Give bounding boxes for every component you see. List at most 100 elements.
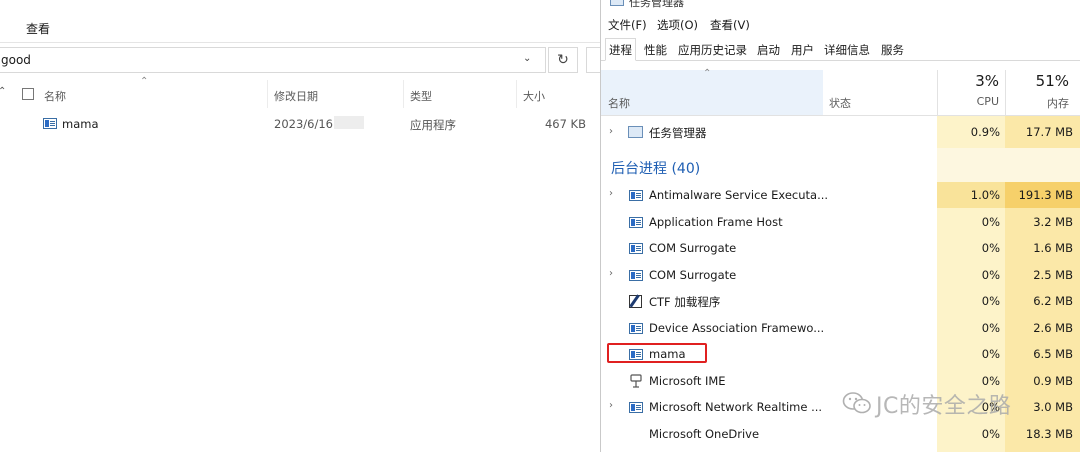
file-type: 应用程序	[410, 118, 456, 132]
sort-ascending-icon: ⌃	[140, 76, 149, 87]
process-cpu: 0%	[981, 374, 1000, 388]
column-header-status[interactable]: 状态	[829, 95, 851, 111]
refresh-button[interactable]: ↻	[548, 47, 578, 73]
group-row-shading	[937, 148, 1080, 182]
process-memory: 3.2 MB	[1033, 215, 1073, 229]
process-row[interactable]: Application Frame Host 0% 3.2 MB	[601, 209, 1080, 235]
column-header-memory[interactable]: 内存	[1005, 95, 1069, 111]
app-window-icon	[629, 217, 643, 228]
app-window-icon	[629, 323, 643, 334]
tab-users[interactable]: 用户	[787, 38, 818, 60]
process-name: Microsoft OneDrive	[649, 427, 760, 441]
memory-total-percent: 51%	[1035, 72, 1069, 90]
sort-ascending-icon: ⌃	[703, 68, 712, 79]
column-divider[interactable]	[403, 80, 404, 108]
address-text: good	[1, 53, 31, 67]
task-manager-window: 任务管理器 文件(F) 选项(O) 查看(V) 进程 性能 应用历史记录 启动 …	[600, 0, 1080, 452]
process-name: COM Surrogate	[649, 241, 737, 255]
chevron-right-icon[interactable]: ›	[609, 400, 613, 411]
process-memory: 17.7 MB	[1025, 125, 1073, 139]
process-name: Device Association Framewo...	[649, 321, 825, 335]
process-cpu: 1.0%	[970, 188, 1000, 202]
menu-view[interactable]: 查看	[26, 20, 50, 37]
process-row-task-manager[interactable]: › 任务管理器 0.9% 17.7 MB	[601, 119, 1080, 145]
task-manager-icon	[628, 126, 643, 138]
process-memory: 2.6 MB	[1033, 321, 1073, 335]
process-name: Antimalware Service Executa...	[649, 188, 829, 202]
process-cpu: 0%	[981, 347, 1000, 361]
process-cpu: 0%	[981, 427, 1000, 441]
process-name: 任务管理器	[649, 126, 707, 140]
select-all-checkbox[interactable]	[22, 88, 34, 100]
app-window-icon	[629, 402, 643, 413]
wechat-icon	[842, 392, 871, 414]
process-row[interactable]: Device Association Framewo... 0% 2.6 MB	[601, 315, 1080, 341]
process-name: Microsoft IME	[649, 374, 726, 388]
tab-startup[interactable]: 启动	[753, 38, 784, 60]
menu-options[interactable]: 选项(O)	[657, 17, 698, 33]
app-window-icon	[629, 243, 643, 254]
process-row[interactable]: CTF 加载程序 0% 6.2 MB	[601, 288, 1080, 314]
process-name: Application Frame Host	[649, 215, 783, 229]
refresh-icon: ↻	[557, 52, 569, 68]
process-memory: 2.5 MB	[1033, 268, 1073, 282]
column-header-cpu[interactable]: CPU	[937, 95, 999, 108]
chevron-right-icon[interactable]: ›	[609, 268, 613, 279]
tab-details[interactable]: 详细信息	[820, 38, 874, 60]
highlight-box	[607, 343, 707, 363]
process-name: COM Surrogate	[649, 268, 737, 282]
column-divider[interactable]	[267, 80, 268, 108]
redacted-time	[334, 116, 364, 129]
tab-app-history[interactable]: 应用历史记录	[674, 38, 751, 60]
column-header-name[interactable]: 名称	[44, 88, 66, 104]
process-cpu: 0%	[981, 294, 1000, 308]
process-cpu: 0%	[981, 268, 1000, 282]
menu-view[interactable]: 查看(V)	[710, 17, 750, 33]
column-header-type[interactable]: 类型	[410, 88, 432, 104]
column-divider[interactable]	[516, 80, 517, 108]
column-header-size[interactable]: 大小	[523, 88, 545, 104]
process-name: Microsoft Network Realtime ...	[649, 400, 823, 414]
chevron-up-icon[interactable]: ⌃	[0, 86, 6, 97]
cpu-total-percent: 3%	[975, 72, 999, 90]
process-memory: 6.5 MB	[1033, 347, 1073, 361]
task-manager-icon	[610, 0, 624, 6]
column-header-modified[interactable]: 修改日期	[274, 88, 318, 104]
file-row[interactable]: mama 2023/6/16 应用程序 467 KB	[0, 112, 600, 134]
ribbon-divider	[0, 42, 600, 43]
file-name: mama	[62, 117, 99, 131]
menu-file[interactable]: 文件(F)	[608, 17, 647, 33]
app-window-icon	[629, 190, 643, 201]
process-memory: 18.3 MB	[1025, 427, 1073, 441]
tab-processes[interactable]: 进程	[605, 38, 636, 61]
chevron-down-icon[interactable]: ⌄	[523, 53, 531, 64]
tab-services[interactable]: 服务	[877, 38, 908, 60]
process-cpu: 0.9%	[970, 125, 1000, 139]
ime-icon	[630, 374, 642, 388]
window-title: 任务管理器	[629, 0, 684, 9]
background-processes-group[interactable]: 后台进程 (40)	[611, 158, 700, 178]
address-bar[interactable]: good ⌄	[0, 47, 546, 73]
chevron-right-icon[interactable]: ›	[609, 188, 613, 199]
process-memory: 0.9 MB	[1033, 374, 1073, 388]
process-memory: 1.6 MB	[1033, 241, 1073, 255]
chevron-right-icon[interactable]: ›	[609, 126, 613, 137]
search-box[interactable]	[586, 47, 600, 73]
column-header-name[interactable]: 名称	[608, 95, 630, 111]
process-memory: 6.2 MB	[1033, 294, 1073, 308]
ctf-loader-icon	[629, 295, 642, 308]
app-window-icon	[629, 270, 643, 281]
file-modified: 2023/6/16	[274, 117, 333, 131]
process-row[interactable]: › Antimalware Service Executa... 1.0% 191.3…	[601, 182, 1080, 208]
process-memory: 3.0 MB	[1033, 400, 1073, 414]
column-header-name-cell[interactable]	[601, 70, 823, 115]
process-row[interactable]: › COM Surrogate 0% 2.5 MB	[601, 262, 1080, 288]
file-explorer-window: 查看 good ⌄ ↻ ⌃ ⌃ 名称 修改日期 类型 大小 mama 2023/…	[0, 0, 600, 452]
process-memory: 191.3 MB	[1018, 188, 1073, 202]
file-size: 467 KB	[544, 117, 586, 131]
process-cpu: 0%	[981, 241, 1000, 255]
process-row[interactable]: COM Surrogate 0% 1.6 MB	[601, 235, 1080, 261]
process-name: CTF 加载程序	[649, 295, 721, 309]
process-row[interactable]: Microsoft OneDrive 0% 18.3 MB	[601, 421, 1080, 447]
tab-performance[interactable]: 性能	[640, 38, 671, 60]
